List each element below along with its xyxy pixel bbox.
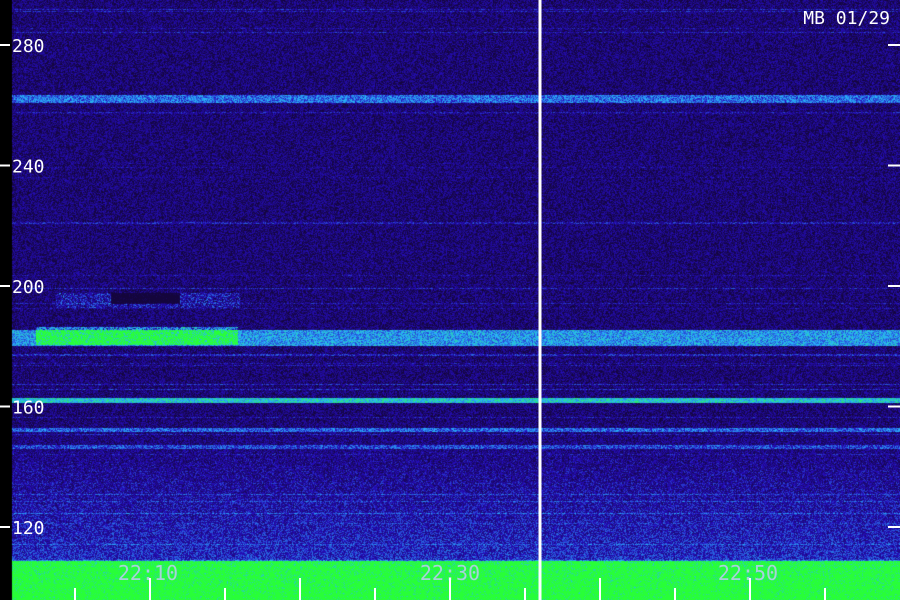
x-axis: 22:10 22:30 22:50 (74, 561, 826, 600)
spectrogram-overlay: 280 240 200 160 120 22:10 22:30 22:50 MB 01/29 (0, 0, 900, 600)
y-tick-label: 280 (12, 36, 45, 57)
y-tick-label: 120 (12, 518, 45, 539)
x-tick-label: 22:10 (118, 561, 178, 585)
y-tick-label: 200 (12, 277, 45, 298)
x-tick-label: 22:50 (718, 561, 778, 585)
y-tick-label: 240 (12, 157, 45, 178)
y-axis: 280 240 200 160 120 (0, 36, 900, 539)
spectrogram-panel: 280 240 200 160 120 22:10 22:30 22:50 MB 01/29 (0, 0, 900, 600)
chart-title: MB 01/29 (803, 8, 890, 29)
y-tick-label: 160 (12, 398, 45, 419)
